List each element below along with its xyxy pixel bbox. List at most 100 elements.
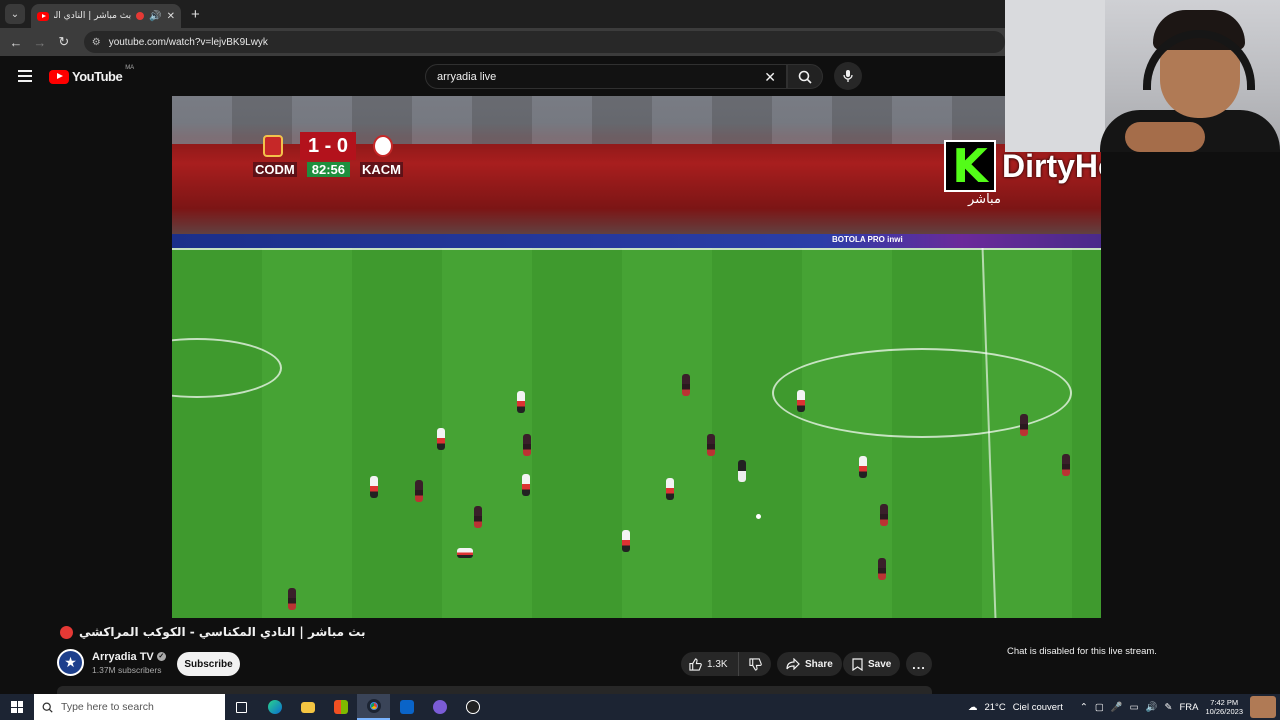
youtube-header: YouTube MA arryadia live ✕ bbox=[0, 56, 1005, 96]
store-icon[interactable] bbox=[324, 694, 357, 720]
channel-info[interactable]: ★ Arryadia TV ✓ 1.37M subscribers bbox=[57, 649, 166, 676]
dislike-button[interactable] bbox=[739, 657, 771, 671]
start-button[interactable] bbox=[0, 694, 34, 720]
tray-chevron-icon[interactable]: ⌃ bbox=[1080, 702, 1088, 713]
youtube-play-logo-icon bbox=[49, 69, 69, 84]
forward-arrow-icon[interactable]: → bbox=[28, 35, 52, 50]
site-info-icon[interactable]: ⚙ bbox=[92, 37, 101, 48]
like-button[interactable]: 1.3K bbox=[681, 652, 739, 676]
player bbox=[707, 434, 715, 456]
network-icon[interactable]: ▭ bbox=[1130, 702, 1139, 713]
language-indicator[interactable]: FRA bbox=[1179, 702, 1198, 713]
volume-icon[interactable]: 🔊 bbox=[1146, 702, 1158, 713]
player bbox=[880, 504, 888, 526]
taskbar-search-placeholder: Type here to search bbox=[61, 701, 154, 713]
address-bar[interactable]: ⚙ youtube.com/watch?v=lejvBK9Lwyk bbox=[83, 31, 1006, 53]
thumbs-down-icon bbox=[748, 657, 762, 671]
teams-row: CODM 82:56 KACM bbox=[253, 160, 403, 178]
notification-avatar[interactable] bbox=[1250, 696, 1276, 718]
url-text: youtube.com/watch?v=lejvBK9Lwyk bbox=[108, 36, 268, 48]
tab-search-menu[interactable]: ⌄ bbox=[5, 4, 25, 24]
away-team: KACM bbox=[360, 161, 403, 177]
description-panel[interactable] bbox=[57, 686, 932, 694]
player bbox=[666, 478, 674, 500]
clock-date: 10/26/2023 bbox=[1205, 707, 1243, 716]
video-title: بث مباشر | النادي المكناسي - الكوكب المر… bbox=[79, 625, 366, 639]
taskbar-clock[interactable]: 7:42 PM 10/26/2023 bbox=[1205, 698, 1243, 716]
tray-app-icon[interactable]: ▢ bbox=[1095, 702, 1104, 713]
search-button[interactable] bbox=[787, 64, 823, 89]
chat-disabled-message: Chat is disabled for this live stream. bbox=[1007, 646, 1157, 657]
share-icon bbox=[786, 658, 800, 670]
webcam-background bbox=[1005, 0, 1105, 152]
player bbox=[288, 588, 296, 610]
tab-close-icon[interactable]: ✕ bbox=[167, 11, 175, 22]
share-label: Share bbox=[805, 658, 833, 670]
logo-text: YouTube bbox=[72, 69, 123, 84]
weather-cloud-icon[interactable]: ☁ bbox=[968, 702, 978, 713]
video-player[interactable]: BOTOLA PRO inwi 1 - 0 CODM 82:56 KACM K … bbox=[172, 96, 1101, 618]
away-crest-icon bbox=[373, 135, 393, 157]
reload-icon[interactable]: ↻ bbox=[52, 34, 76, 50]
system-tray: ☁ 21°C Ciel couvert ⌃ ▢ 🎤 ▭ 🔊 ✎ FRA 7:42… bbox=[968, 694, 1280, 720]
weather-text[interactable]: Ciel couvert bbox=[1013, 702, 1063, 713]
player bbox=[1020, 414, 1028, 436]
player bbox=[457, 548, 473, 558]
live-label: مباشر bbox=[968, 192, 1001, 207]
score: 1 - 0 bbox=[299, 132, 357, 160]
more-actions-button[interactable]: ... bbox=[906, 652, 932, 676]
ball bbox=[756, 514, 761, 519]
weather-temp[interactable]: 21°C bbox=[984, 702, 1005, 713]
channel-name-row: Arryadia TV ✓ bbox=[92, 651, 166, 663]
home-team: CODM bbox=[253, 161, 297, 177]
tab-title: بث مباشر | النادي المكناسي bbox=[54, 11, 132, 21]
browser-toolbar: ← → ↻ ⚙ youtube.com/watch?v=lejvBK9Lwyk bbox=[0, 28, 1006, 56]
thumbs-up-icon bbox=[689, 657, 702, 671]
speaker-icon[interactable]: 🔊 bbox=[149, 11, 161, 22]
pen-icon[interactable]: ✎ bbox=[1164, 702, 1172, 713]
like-count: 1.3K bbox=[707, 658, 728, 670]
player bbox=[437, 428, 445, 450]
edge-icon[interactable] bbox=[258, 694, 291, 720]
player bbox=[622, 530, 630, 552]
chrome-icon[interactable] bbox=[357, 694, 390, 720]
save-label: Save bbox=[868, 658, 892, 670]
channel-name[interactable]: Arryadia TV bbox=[92, 651, 154, 663]
back-arrow-icon[interactable]: ← bbox=[4, 35, 28, 50]
obs-icon[interactable] bbox=[423, 694, 456, 720]
task-view-icon[interactable] bbox=[225, 694, 258, 720]
subscribe-button[interactable]: Subscribe bbox=[177, 652, 240, 676]
search-icon bbox=[798, 70, 812, 84]
browser-tab-bar: ⌄ بث مباشر | النادي المكناسي 🔊 ✕ + bbox=[0, 0, 1005, 28]
youtube-logo[interactable]: YouTube MA bbox=[49, 65, 134, 84]
player bbox=[1062, 454, 1070, 476]
clock-time: 7:42 PM bbox=[1210, 698, 1239, 707]
new-tab-button[interactable]: + bbox=[191, 6, 200, 23]
player bbox=[517, 391, 525, 413]
menu-icon[interactable] bbox=[18, 70, 32, 82]
search-input[interactable]: arryadia live ✕ bbox=[425, 64, 787, 89]
windows-logo-icon bbox=[11, 701, 23, 713]
football-pitch bbox=[172, 248, 1101, 618]
app-icon[interactable] bbox=[456, 694, 489, 720]
channel-avatar[interactable]: ★ bbox=[57, 649, 84, 676]
player bbox=[859, 456, 867, 478]
kick-logo-icon: K bbox=[944, 140, 996, 192]
clear-search-icon[interactable]: ✕ bbox=[764, 69, 776, 86]
voice-search-button[interactable] bbox=[834, 62, 862, 90]
microphone-icon bbox=[843, 70, 853, 82]
verified-check-icon: ✓ bbox=[156, 652, 166, 661]
share-button[interactable]: Share bbox=[777, 652, 842, 676]
live-indicator-icon bbox=[60, 625, 73, 639]
microphone-tray-icon[interactable]: 🎤 bbox=[1111, 702, 1123, 713]
windows-taskbar: Type here to search ☁ 21°C Ciel couvert … bbox=[0, 694, 1280, 720]
save-button[interactable]: Save bbox=[843, 652, 901, 676]
home-crest-icon bbox=[263, 135, 283, 157]
ad-board-text: BOTOLA PRO inwi bbox=[832, 235, 903, 244]
match-clock: 82:56 bbox=[306, 161, 350, 177]
file-explorer-icon[interactable] bbox=[291, 694, 324, 720]
outlook-icon[interactable] bbox=[390, 694, 423, 720]
taskbar-search-input[interactable]: Type here to search bbox=[34, 694, 225, 720]
screen: ⌄ بث مباشر | النادي المكناسي 🔊 ✕ + ← → ↻… bbox=[0, 0, 1280, 720]
browser-tab-youtube[interactable]: بث مباشر | النادي المكناسي 🔊 ✕ bbox=[31, 4, 181, 28]
